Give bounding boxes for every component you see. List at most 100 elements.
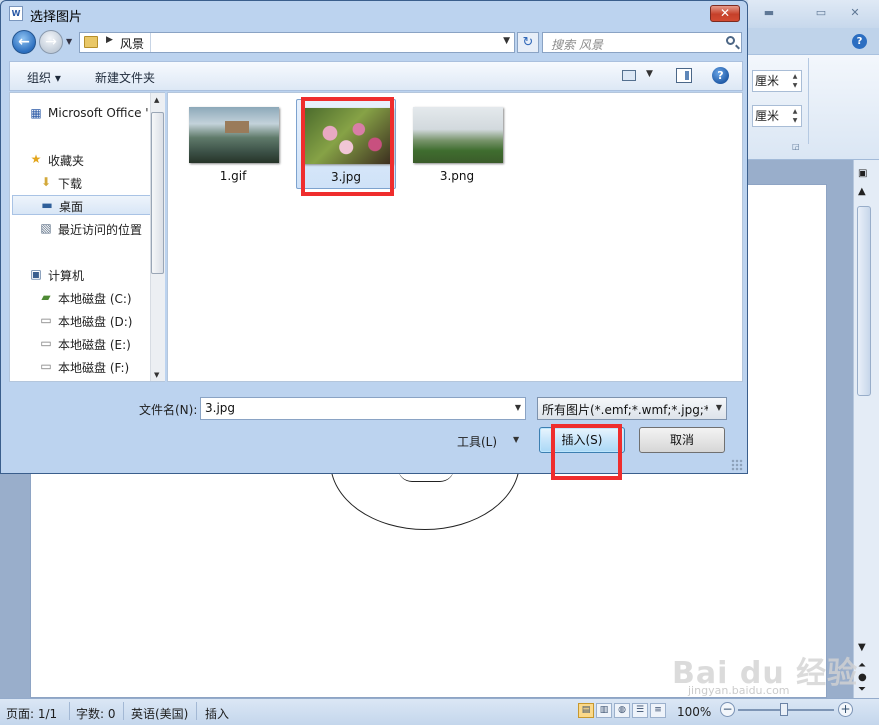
file-type-filter-select[interactable]: 所有图片(*.emf;*.wmf;*.jpg;*.jp ▼	[537, 397, 727, 420]
command-bar: 组织 ▾ 新建文件夹 ▼ ?	[9, 61, 743, 91]
file-name: 3.png	[439, 169, 475, 183]
zoom-level[interactable]: 100%	[677, 705, 711, 719]
scroll-up-icon[interactable]: ▲	[858, 186, 866, 197]
tree-item-label: 收藏夹	[48, 154, 85, 168]
file-type-filter-value: 所有图片(*.emf;*.wmf;*.jpg;*.jp	[542, 403, 708, 417]
refresh-button[interactable]: ↻	[517, 32, 539, 53]
dialog-launcher-icon[interactable]: ◲	[792, 142, 800, 151]
breadcrumb-chevron-icon[interactable]: ▶	[106, 35, 113, 45]
tree-item-desktop[interactable]: ▬ 桌面	[12, 195, 156, 215]
tree-item-label: Microsoft Office '	[48, 106, 149, 120]
maximize-icon[interactable]: ▭	[812, 6, 830, 20]
file-list-pane: 1.gif 3.jpg 3.png	[167, 92, 743, 382]
draft-view-icon[interactable]: ≡	[650, 703, 666, 718]
dialog-close-button[interactable]: ✕	[710, 5, 740, 22]
next-page-icon[interactable]: ⏷	[858, 684, 866, 695]
word-document-icon: ▦	[30, 106, 42, 120]
zoom-in-icon[interactable]: +	[838, 702, 853, 717]
tree-item-drive-f[interactable]: ▭ 本地磁盘 (F:)	[38, 357, 156, 377]
address-bar[interactable]: ▶ 风景 ▼	[79, 32, 515, 53]
ruler-toggle-icon[interactable]: ▣	[858, 168, 867, 179]
previous-page-icon[interactable]: ⏶	[858, 660, 866, 671]
file-type-dropdown-icon[interactable]: ▼	[716, 403, 722, 412]
print-layout-view-icon[interactable]: ▤	[578, 703, 594, 718]
dialog-title: 选择图片	[30, 10, 83, 25]
organize-button[interactable]: 组织 ▾	[27, 69, 61, 86]
scroll-down-icon[interactable]: ▼	[154, 371, 159, 379]
status-page[interactable]: 页面: 1/1	[6, 705, 57, 722]
zoom-out-icon[interactable]: −	[720, 702, 735, 717]
tree-item-drive-e[interactable]: ▭ 本地磁盘 (E:)	[38, 334, 156, 354]
tree-item-drive-c[interactable]: ▰ 本地磁盘 (C:)	[38, 288, 156, 308]
view-options-dropdown-icon[interactable]: ▼	[646, 69, 653, 79]
scroll-up-icon[interactable]: ▲	[154, 96, 159, 104]
status-divider	[123, 702, 124, 720]
ribbon-width-field[interactable]: 厘米 ▲ ▼	[752, 105, 802, 127]
status-insert-mode[interactable]: 插入	[205, 705, 229, 722]
tools-menu-button[interactable]: 工具(L)	[457, 433, 497, 450]
full-screen-reading-icon[interactable]: ▥	[596, 703, 612, 718]
file-name: 1.gif	[219, 169, 247, 183]
navigation-scroll-thumb[interactable]	[151, 112, 164, 274]
change-view-icon[interactable]	[622, 70, 636, 81]
drive-icon: ▭	[40, 313, 52, 327]
tree-item-label: 本地磁盘 (C:)	[58, 292, 132, 306]
filename-value: 3.jpg	[205, 401, 236, 415]
spinner-arrows-icon[interactable]: ▲ ▼	[790, 107, 800, 125]
folder-icon	[84, 36, 98, 48]
resize-grip-icon[interactable]	[731, 459, 743, 471]
insert-picture-dialog: W 选择图片 ✕ ← → ▼ ▶ 风景 ▼ ↻ 搜索 风景 组织 ▾ 新建文件夹…	[0, 0, 748, 474]
search-icon[interactable]	[726, 36, 735, 45]
ribbon-unit-label: 厘米	[755, 74, 780, 88]
tree-item-downloads[interactable]: ⬇ 下载	[38, 173, 156, 193]
forward-button[interactable]: →	[39, 30, 63, 54]
file-item-1-gif[interactable]: 1.gif	[183, 99, 283, 189]
tree-item-label: 桌面	[59, 200, 84, 214]
back-button[interactable]: ←	[12, 30, 36, 54]
word-help-icon[interactable]: ?	[852, 34, 867, 49]
status-language[interactable]: 英语(美国)	[131, 705, 188, 722]
zoom-slider-thumb[interactable]	[780, 703, 788, 716]
filename-input[interactable]: 3.jpg ▼	[200, 397, 526, 420]
tools-dropdown-icon[interactable]: ▼	[513, 435, 519, 444]
help-icon[interactable]: ?	[712, 67, 729, 84]
tree-item-computer[interactable]: ▣ 计算机	[28, 265, 156, 285]
outline-view-icon[interactable]: ☰	[632, 703, 648, 718]
status-word-count[interactable]: 字数: 0	[76, 705, 116, 722]
tree-item-favorites[interactable]: ★ 收藏夹	[28, 150, 156, 170]
document-scroll-thumb[interactable]	[857, 206, 871, 396]
tree-item-drive-d[interactable]: ▭ 本地磁盘 (D:)	[38, 311, 156, 331]
minimize-icon[interactable]: ▬	[760, 6, 778, 20]
search-input[interactable]: 搜索 风景	[542, 32, 742, 53]
address-dropdown-icon[interactable]: ▼	[503, 36, 510, 46]
file-item-3-png[interactable]: 3.png	[407, 99, 507, 189]
cancel-button[interactable]: 取消	[639, 427, 725, 453]
word-app-icon: W	[9, 6, 23, 21]
navigation-pane: ▦ Microsoft Office ' ★ 收藏夹 ⬇ 下载 ▬ 桌面 ▧ 最…	[9, 92, 165, 382]
star-icon: ★	[30, 152, 42, 166]
highlight-box-insert-button	[551, 424, 622, 480]
dialog-titlebar[interactable]: W 选择图片 ✕	[1, 1, 747, 29]
recent-pages-dropdown-icon[interactable]: ▼	[66, 37, 72, 46]
filename-dropdown-icon[interactable]: ▼	[515, 403, 521, 412]
filename-label: 文件名(N):	[139, 403, 198, 417]
close-icon[interactable]: ✕	[846, 6, 864, 20]
download-folder-icon: ⬇	[40, 175, 52, 189]
tree-item-recent-places[interactable]: ▧ 最近访问的位置	[38, 219, 156, 239]
preview-pane-icon[interactable]	[676, 68, 692, 83]
new-folder-button[interactable]: 新建文件夹	[95, 69, 155, 86]
spinner-arrows-icon[interactable]: ▲ ▼	[790, 72, 800, 90]
search-placeholder: 搜索 风景	[551, 38, 603, 52]
tree-item-label: 本地磁盘 (F:)	[58, 361, 130, 375]
scroll-down-icon[interactable]: ▼	[858, 642, 866, 653]
drive-icon: ▭	[40, 336, 52, 350]
ribbon-height-field[interactable]: 厘米 ▲ ▼	[752, 70, 802, 92]
navigation-bar: ← → ▼ ▶ 风景 ▼ ↻ 搜索 风景	[9, 30, 743, 56]
breadcrumb-current-folder[interactable]: 风景	[120, 35, 144, 52]
ribbon-unit-label: 厘米	[755, 109, 780, 123]
drive-icon: ▭	[40, 359, 52, 373]
status-divider	[196, 702, 197, 720]
tree-item-microsoft-office[interactable]: ▦ Microsoft Office '	[28, 104, 156, 124]
web-layout-icon[interactable]: ◍	[614, 703, 630, 718]
browse-object-icon[interactable]: ●	[858, 672, 867, 683]
